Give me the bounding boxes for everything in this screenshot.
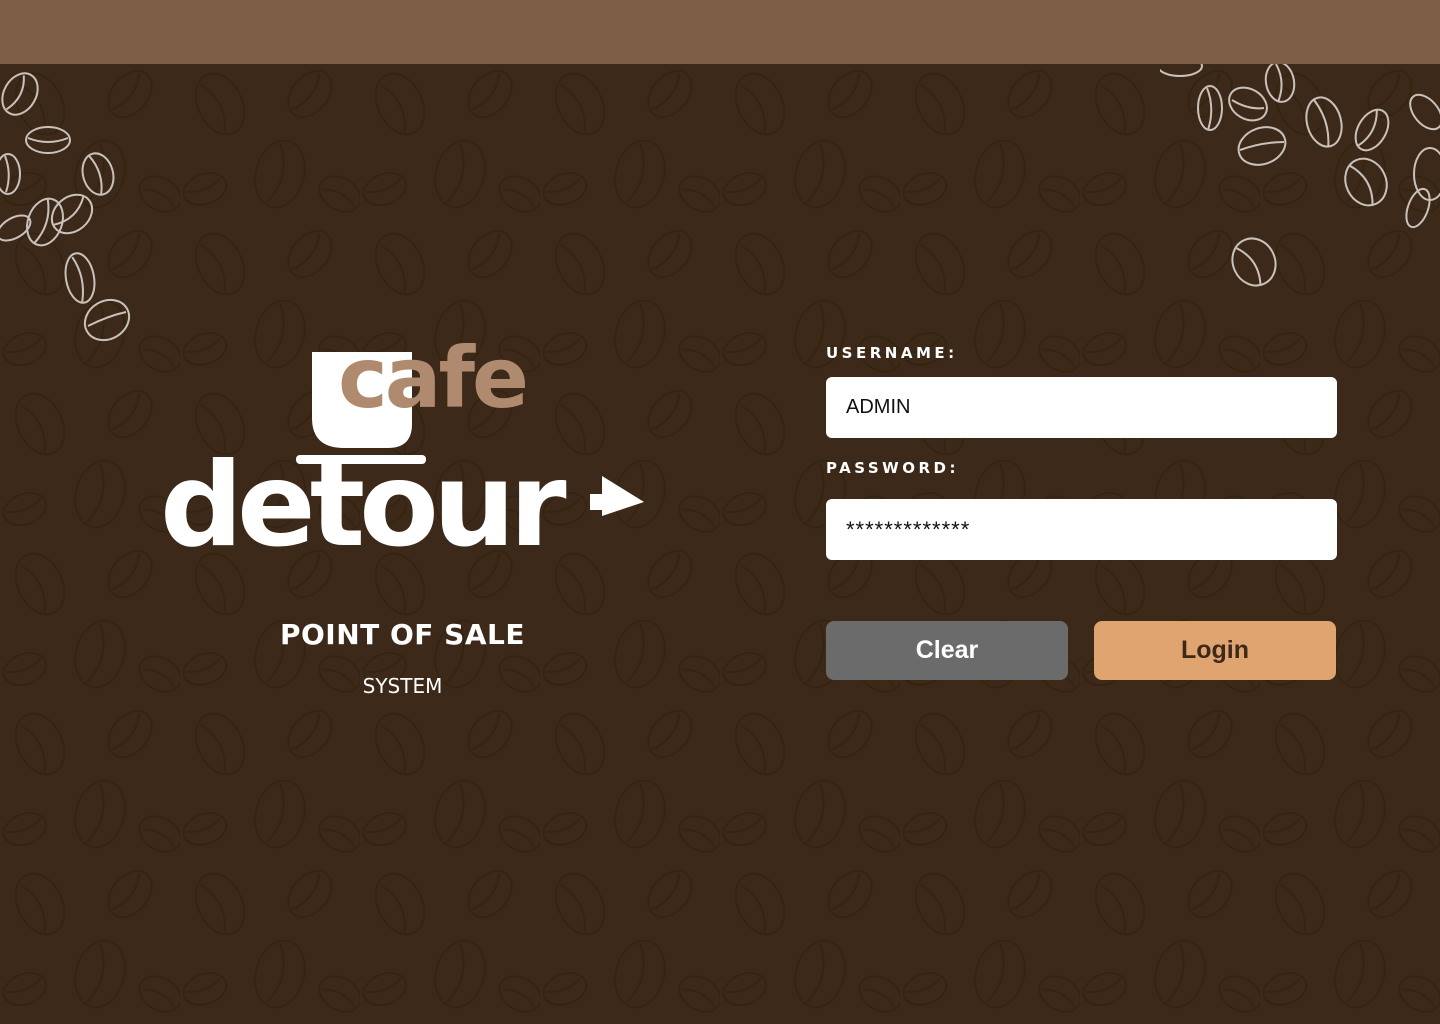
page-subtitle: SYSTEM xyxy=(362,674,443,698)
top-bar xyxy=(0,0,1440,64)
username-field[interactable] xyxy=(826,377,1337,438)
coffee-beans-decoration-top-right xyxy=(1160,64,1440,287)
username-label: USERNAME: xyxy=(826,344,958,362)
coffee-beans-decoration-top-left xyxy=(0,72,131,342)
brand-block: cafe detour POINT OF SALE SYSTEM xyxy=(150,330,660,710)
logo-cafe-text: cafe xyxy=(338,329,529,427)
clear-button[interactable]: Clear xyxy=(826,621,1068,680)
page-title: POINT OF SALE xyxy=(279,618,525,651)
login-button[interactable]: Login xyxy=(1094,621,1336,680)
password-label: PASSWORD: xyxy=(826,459,959,477)
password-field[interactable] xyxy=(826,499,1337,560)
logo-detour-text: detour xyxy=(160,438,567,573)
